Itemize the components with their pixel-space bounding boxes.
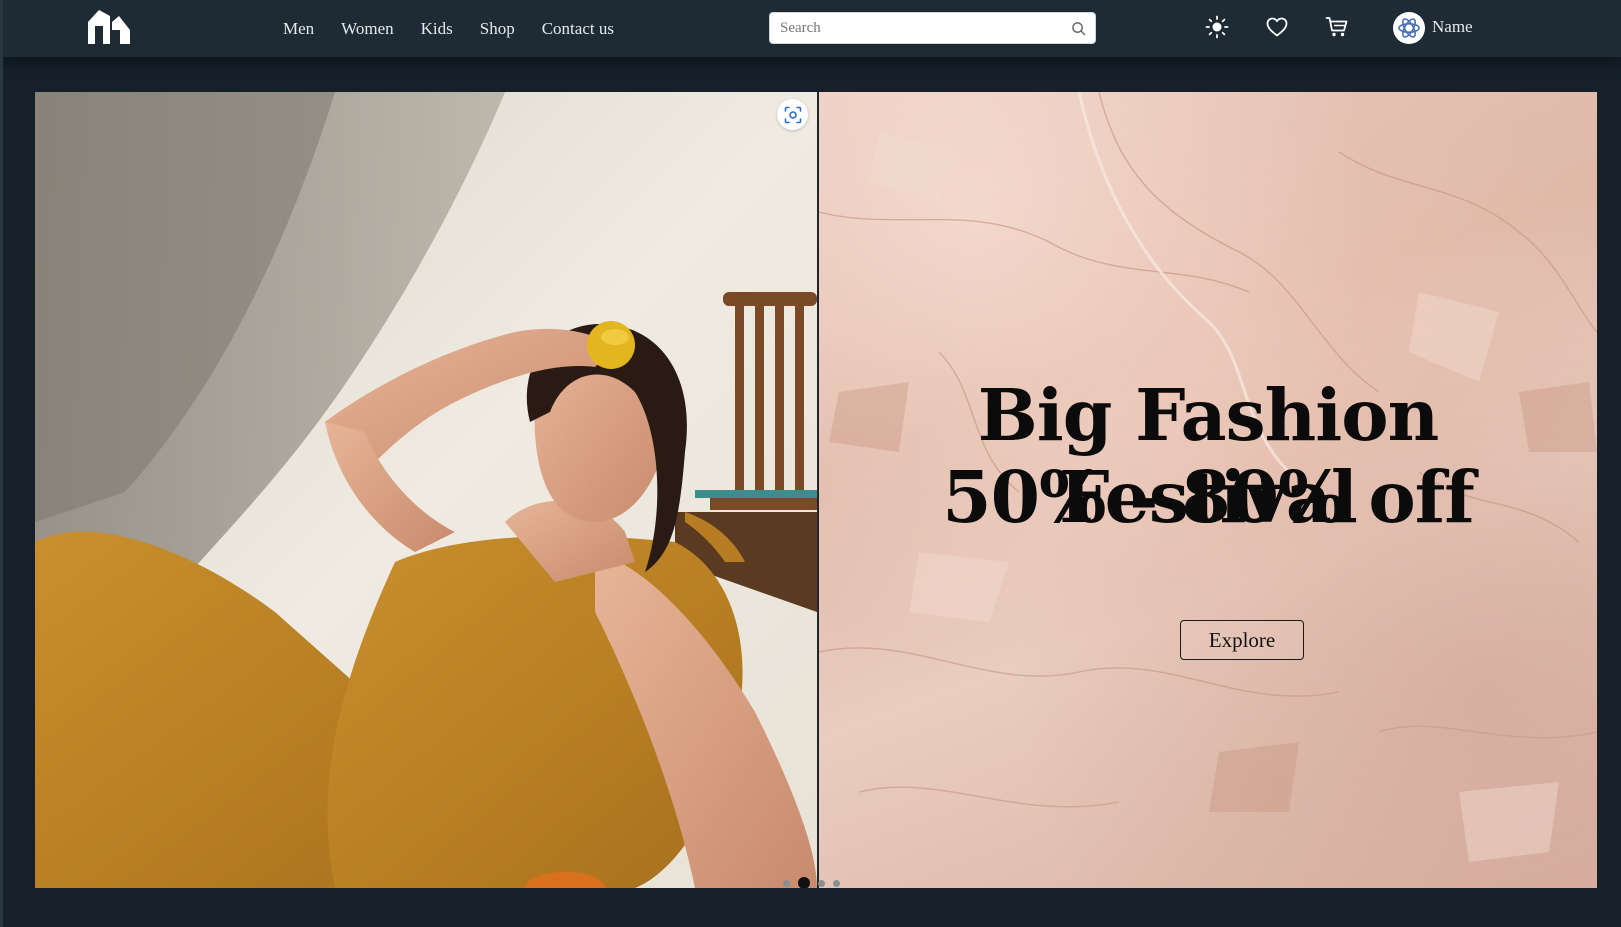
cart-icon[interactable] (1325, 15, 1349, 39)
main-nav: Men Women Kids Shop Contact us (283, 0, 641, 57)
search-icon[interactable] (1071, 21, 1086, 36)
hero-model-photo (35, 92, 817, 888)
user-avatar-icon (1398, 18, 1420, 38)
carousel-dot-1[interactable] (783, 879, 790, 887)
nav-item-kids[interactable]: Kids (421, 19, 453, 39)
visual-search-icon (784, 106, 801, 123)
carousel-dot-3[interactable] (818, 879, 825, 887)
explore-button[interactable]: Explore (1180, 620, 1304, 660)
carousel-dot-4[interactable] (833, 879, 840, 887)
user-name[interactable]: Name (1432, 17, 1473, 37)
brand-logo[interactable] (86, 8, 132, 46)
nav-item-shop[interactable]: Shop (480, 19, 515, 39)
search-input[interactable] (770, 13, 1060, 43)
avatar[interactable] (1393, 12, 1425, 44)
visual-search-button[interactable] (777, 99, 808, 130)
promo-discount: 50% - 80% off (942, 455, 1475, 539)
promo-panel: Big Fashion Festival 50% - 80% off Explo… (819, 92, 1597, 888)
carousel-dot-2[interactable] (798, 877, 810, 888)
top-navbar: Men Women Kids Shop Contact us Search Na… (0, 0, 1621, 57)
model-photo-illustration (35, 92, 817, 888)
carousel-indicators (783, 876, 848, 888)
nav-item-contact[interactable]: Contact us (542, 19, 614, 39)
heart-icon[interactable] (1265, 15, 1289, 39)
hero-banner: Big Fashion Festival 50% - 80% off Explo… (35, 92, 1597, 888)
sun-icon[interactable] (1205, 15, 1229, 39)
nav-item-women[interactable]: Women (341, 19, 393, 39)
search-box (769, 12, 1096, 44)
window-edge (0, 0, 3, 927)
nav-item-men[interactable]: Men (283, 19, 314, 39)
